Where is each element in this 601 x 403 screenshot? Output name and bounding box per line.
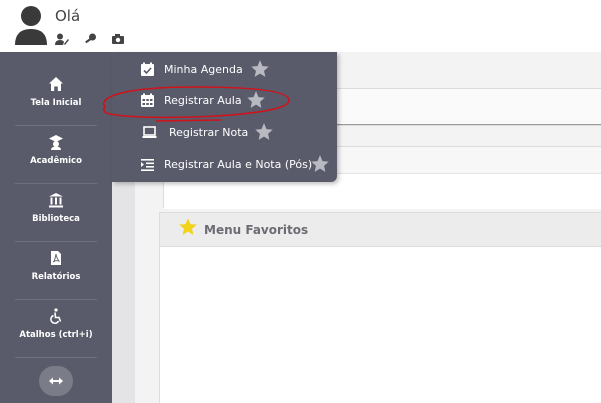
menu-item-minha-agenda[interactable]: Minha Agenda — [140, 57, 330, 81]
menu-item-label: Registrar Aula — [164, 93, 242, 107]
menu-item-label: Registrar Aula e Nota (Pós) — [164, 157, 313, 171]
sidebar-item-label: Acadêmico — [30, 156, 82, 166]
favorites-panel: Menu Favoritos — [159, 212, 601, 403]
expand-arrows-icon — [49, 377, 63, 385]
calendar-check-icon — [141, 62, 154, 76]
sidebar-item-tela-inicial[interactable]: Tela Inicial — [15, 68, 97, 126]
sidebar-item-label: Relatórios — [31, 272, 81, 282]
favorite-star-icon[interactable] — [250, 59, 270, 79]
user-edit-icon[interactable] — [55, 33, 69, 45]
calendar-grid-icon — [141, 93, 154, 107]
key-icon[interactable] — [83, 33, 97, 45]
academico-dropdown-menu: Minha Agenda Registrar Aula Registrar No… — [112, 52, 337, 182]
sidebar-expand-button[interactable] — [39, 366, 73, 396]
star-icon — [179, 218, 197, 235]
menu-item-label: Minha Agenda — [164, 62, 243, 76]
sidebar-item-label: Biblioteca — [32, 214, 80, 224]
sidebar-item-label: Atalhos (ctrl+i) — [19, 330, 93, 340]
menu-item-label: Registrar Nota — [169, 125, 249, 139]
favorites-header: Menu Favoritos — [160, 213, 601, 247]
graduation-cap-icon — [49, 135, 63, 150]
accessibility-icon — [50, 308, 62, 324]
library-icon — [49, 193, 63, 208]
top-header: Olá — [0, 0, 601, 52]
sidebar-item-label: Tela Inicial — [30, 98, 82, 108]
pdf-file-icon — [51, 251, 61, 265]
menu-item-registrar-aula[interactable]: Registrar Aula — [140, 88, 330, 112]
camera-icon[interactable] — [111, 33, 125, 45]
favorites-title: Menu Favoritos — [204, 223, 309, 237]
favorite-star-icon[interactable] — [310, 154, 330, 174]
header-icon-row — [55, 33, 125, 45]
sidebar: Tela Inicial Acadêmico Biblioteca Relató… — [0, 52, 112, 403]
laptop-icon — [142, 125, 157, 138]
sidebar-item-academico[interactable]: Acadêmico — [15, 126, 97, 184]
home-icon — [49, 77, 63, 91]
user-avatar-icon[interactable] — [14, 5, 48, 45]
list-indent-icon — [141, 158, 154, 171]
menu-item-registrar-nota[interactable]: Registrar Nota — [142, 120, 332, 144]
favorite-star-icon[interactable] — [254, 122, 274, 142]
sidebar-item-biblioteca[interactable]: Biblioteca — [15, 184, 97, 242]
menu-item-registrar-aula-e-nota[interactable]: Registrar Aula e Nota (Pós) — [140, 152, 336, 176]
sidebar-item-atalhos[interactable]: Atalhos (ctrl+i) — [15, 300, 97, 358]
sidebar-item-relatorios[interactable]: Relatórios — [15, 242, 97, 300]
favorite-star-icon[interactable] — [246, 90, 266, 110]
greeting-text: Olá — [55, 7, 81, 25]
